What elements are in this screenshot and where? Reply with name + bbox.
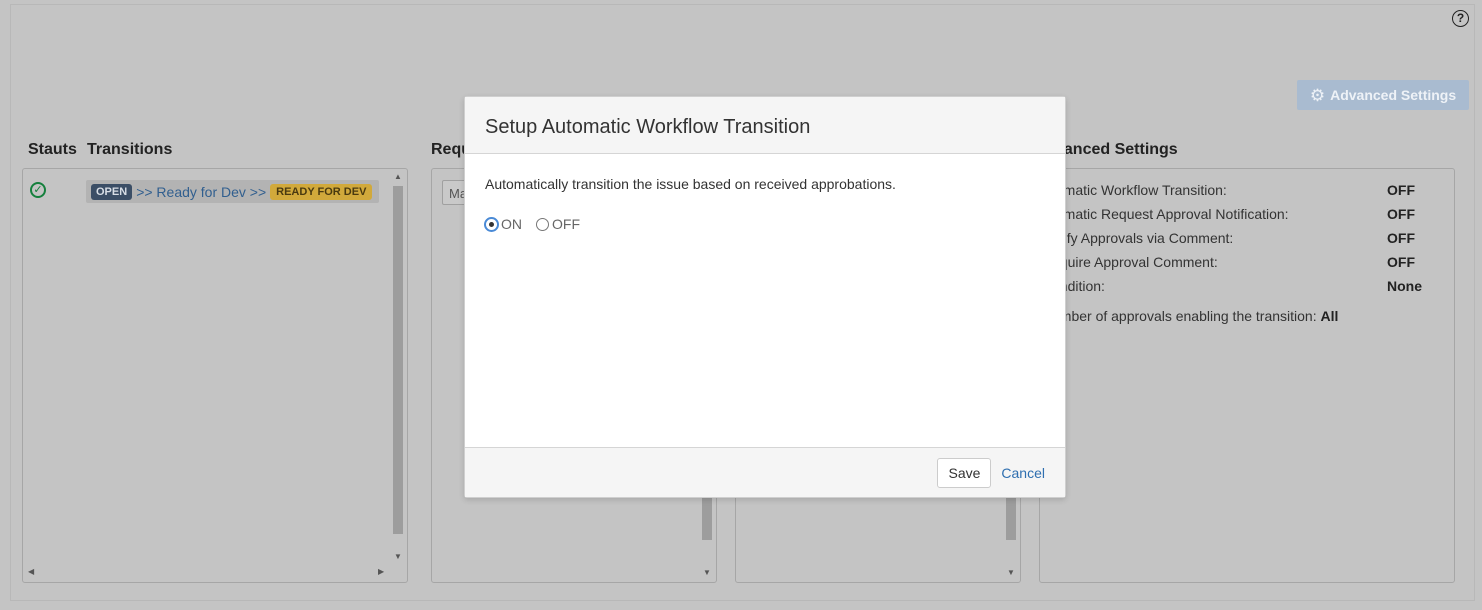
scroll-right-icon[interactable]: ▶: [378, 567, 384, 576]
transition-toggle-group: ON OFF: [485, 216, 1045, 232]
workflow-transition-dialog: Setup Automatic Workflow Transition Auto…: [464, 96, 1066, 498]
ready-for-dev-status-lozenge: READY FOR DEV: [270, 183, 373, 200]
scroll-down-icon[interactable]: ▼: [700, 568, 714, 577]
status-column-header: Stauts: [28, 141, 77, 158]
advanced-settings-label: Advanced Settings: [1330, 87, 1457, 103]
gear-icon: ⚙: [1309, 85, 1326, 105]
scroll-down-icon[interactable]: ▼: [391, 552, 405, 561]
scroll-down-icon[interactable]: ▼: [1004, 568, 1018, 577]
dialog-title: Setup Automatic Workflow Transition: [465, 97, 1065, 154]
transition-name: >> Ready for Dev >>: [136, 183, 267, 200]
setting-value: OFF: [1387, 206, 1415, 222]
setting-label: tomatic Workflow Transition:: [1052, 182, 1227, 198]
transitions-horizontal-scrollbar[interactable]: ◀ ▶: [24, 567, 390, 581]
help-icon[interactable]: ?: [1452, 10, 1469, 27]
setting-label: tomatic Request Approval Notification:: [1052, 206, 1289, 222]
advanced-settings-button[interactable]: ⚙ Advanced Settings: [1297, 80, 1469, 110]
advanced-setting-row: tomatic Workflow Transition: OFF: [1052, 178, 1447, 202]
advanced-setting-row: ondition: None: [1052, 274, 1447, 298]
dialog-description: Automatically transition the issue based…: [485, 176, 896, 192]
on-radio[interactable]: [485, 217, 498, 231]
cancel-link[interactable]: Cancel: [1001, 465, 1045, 481]
advanced-setting-row: otify Approvals via Comment: OFF: [1052, 226, 1447, 250]
requests-vertical-scrollbar[interactable]: ▼: [700, 490, 714, 582]
setting-value: OFF: [1387, 230, 1415, 246]
setting-label: otify Approvals via Comment:: [1052, 230, 1234, 246]
scroll-left-icon[interactable]: ◀: [28, 567, 34, 576]
setting-label: equire Approval Comment:: [1052, 254, 1218, 270]
status-check-icon: ✓: [30, 182, 46, 198]
transitions-column-header: Transitions: [87, 141, 173, 158]
advanced-setting-row: tomatic Request Approval Notification: O…: [1052, 202, 1447, 226]
dialog-footer: Save Cancel: [465, 447, 1065, 497]
scroll-thumb[interactable]: [393, 186, 403, 534]
approvals-count-label: umber of approvals enabling the transiti…: [1052, 308, 1317, 324]
scroll-thumb[interactable]: [702, 496, 712, 540]
setting-value: OFF: [1387, 182, 1415, 198]
setting-value: None: [1387, 278, 1422, 294]
off-radio-label[interactable]: OFF: [552, 216, 580, 232]
open-status-lozenge: OPEN: [91, 183, 133, 200]
advanced-setting-row: equire Approval Comment: OFF: [1052, 250, 1447, 274]
transitions-panel: [22, 168, 408, 583]
transition-item[interactable]: OPEN >> Ready for Dev >> READY FOR DEV: [86, 180, 379, 203]
setting-value: OFF: [1387, 254, 1415, 270]
approvers-vertical-scrollbar[interactable]: ▼: [1004, 490, 1018, 582]
scroll-up-icon[interactable]: ▲: [391, 172, 405, 181]
save-button[interactable]: Save: [937, 457, 992, 488]
approvals-count: umber of approvals enabling the transiti…: [1052, 308, 1447, 324]
on-radio-label[interactable]: ON: [501, 216, 522, 232]
scroll-thumb[interactable]: [1006, 496, 1016, 540]
transitions-vertical-scrollbar[interactable]: ▲ ▼: [391, 170, 405, 566]
advanced-settings-column-header: vanced Settings: [1055, 141, 1178, 158]
off-radio[interactable]: [536, 217, 549, 231]
advanced-settings-list: tomatic Workflow Transition: OFF tomatic…: [1052, 178, 1447, 324]
approvals-count-value: All: [1320, 308, 1339, 324]
dialog-body: Automatically transition the issue based…: [465, 154, 1065, 447]
